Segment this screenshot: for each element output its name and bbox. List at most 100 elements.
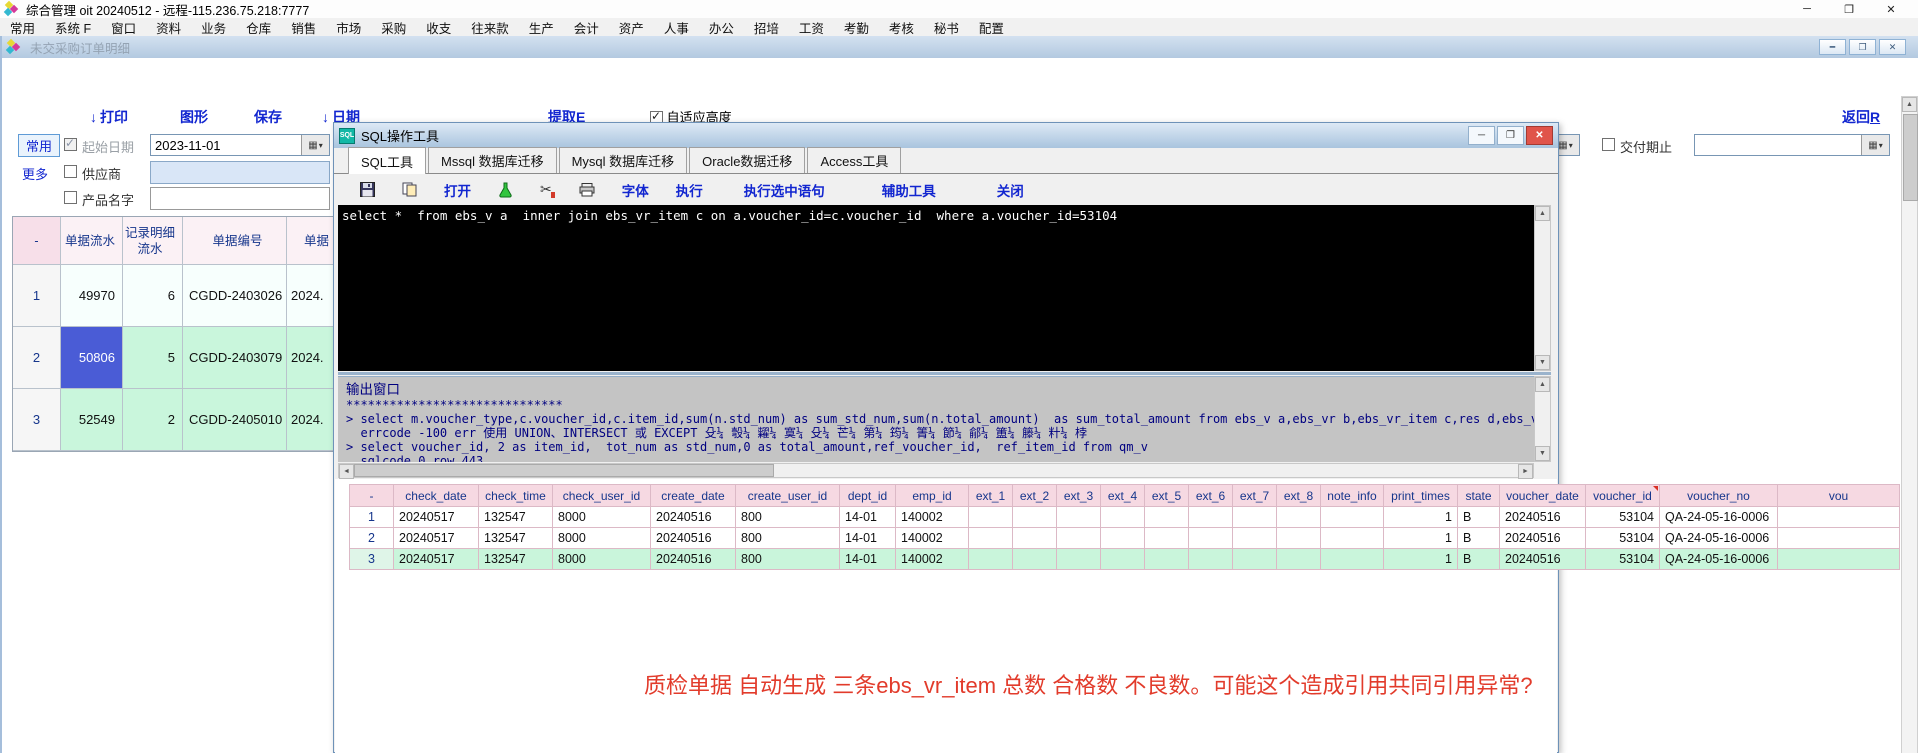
back-button[interactable]: 返回R — [1842, 107, 1880, 127]
side-tab-common[interactable]: 常用 — [18, 134, 60, 157]
left-table-cell[interactable]: 6 — [123, 265, 183, 327]
close-button[interactable]: 关闭 — [997, 180, 1024, 200]
result-table-cell: 1 — [1384, 549, 1458, 570]
left-table-cell[interactable]: 5 — [123, 327, 183, 389]
result-table-row[interactable]: 32024051713254780002024051680014-0114000… — [350, 549, 1900, 570]
menu-item-17[interactable]: 招培 — [744, 18, 789, 37]
run-button[interactable]: 执行 — [676, 180, 703, 200]
left-table-cell[interactable]: CGDD-2403079 — [183, 327, 287, 389]
open-button[interactable]: 打开 — [444, 180, 471, 200]
menu-item-12[interactable]: 生产 — [519, 18, 564, 37]
left-table-cell[interactable]: CGDD-2405010 — [183, 389, 287, 451]
menu-item-2[interactable]: 系统 F — [45, 18, 101, 37]
left-table-row[interactable]: 2508065CGDD-24030792024. — [13, 327, 343, 389]
left-table-cell[interactable]: 3 — [13, 389, 61, 451]
menu-item-8[interactable]: 市场 — [326, 18, 371, 37]
dialog-tab-5[interactable]: Access工具 — [807, 147, 901, 173]
dialog-tab-1[interactable]: SQL工具 — [348, 147, 426, 174]
child-close-button[interactable]: ✕ — [1879, 39, 1906, 55]
supplier-input[interactable] — [150, 161, 330, 184]
menu-item-15[interactable]: 人事 — [654, 18, 699, 37]
left-table-cell[interactable]: 52549 — [61, 389, 123, 451]
left-table-cell[interactable]: 49970 — [61, 265, 123, 327]
start-date-checkbox[interactable] — [64, 138, 77, 151]
calendar-icon[interactable]: ▦▾ — [301, 135, 329, 155]
menu-item-19[interactable]: 考勤 — [834, 18, 879, 37]
menu-item-5[interactable]: 业务 — [191, 18, 236, 37]
menu-item-14[interactable]: 资产 — [609, 18, 654, 37]
sql-dialog-titlebar[interactable]: SQL SQL操作工具 ─ ❐ ✕ — [334, 123, 1558, 148]
calendar-icon[interactable]: ▦▾ — [1861, 135, 1889, 155]
deliver-to-input[interactable]: ▦▾ — [1694, 134, 1890, 156]
menu-item-9[interactable]: 采购 — [371, 18, 416, 37]
copy-icon[interactable] — [402, 182, 417, 197]
dialog-close-button[interactable]: ✕ — [1526, 126, 1553, 145]
left-table-row[interactable]: 3525492CGDD-24050102024. — [13, 389, 343, 451]
child-minimize-button[interactable]: ━ — [1819, 39, 1846, 55]
output-horizontal-scrollbar[interactable]: ◄ ► — [338, 463, 1534, 478]
dialog-tab-2[interactable]: Mssql 数据库迁移 — [428, 147, 557, 173]
window-maximize-button[interactable]: ❐ — [1828, 3, 1870, 16]
menu-item-10[interactable]: 收支 — [416, 18, 461, 37]
result-table-row[interactable]: 12024051713254780002024051680014-0114000… — [350, 507, 1900, 528]
splitter[interactable] — [338, 372, 1551, 375]
left-table-cell[interactable]: 1 — [13, 265, 61, 327]
output-vertical-scrollbar[interactable]: ▲ ▼ — [1534, 376, 1551, 462]
scroll-down-icon[interactable]: ▼ — [1535, 355, 1550, 370]
menu-item-6[interactable]: 仓库 — [236, 18, 281, 37]
child-restore-button[interactable]: ❐ — [1849, 39, 1876, 55]
scroll-up-icon[interactable]: ▲ — [1535, 206, 1550, 221]
save-icon[interactable] — [360, 182, 375, 197]
left-table-header: 单据流水 — [61, 217, 123, 265]
scroll-left-icon[interactable]: ◄ — [339, 464, 354, 479]
flask-icon[interactable] — [498, 182, 513, 198]
child-vertical-scrollbar[interactable]: ▲ ▼ — [1901, 96, 1918, 753]
result-table-row[interactable]: 22024051713254780002024051680014-0114000… — [350, 528, 1900, 549]
dialog-tab-3[interactable]: Mysql 数据库迁移 — [559, 147, 688, 173]
left-table-cell[interactable]: 2 — [123, 389, 183, 451]
print-button[interactable]: ↓打印 — [90, 107, 128, 127]
menu-item-20[interactable]: 考核 — [879, 18, 924, 37]
dialog-tab-4[interactable]: Oracle数据迁移 — [689, 147, 805, 173]
menu-item-7[interactable]: 销售 — [281, 18, 326, 37]
supplier-checkbox[interactable] — [64, 165, 77, 178]
save-button[interactable]: 保存 — [254, 107, 282, 127]
font-button[interactable]: 字体 — [622, 180, 649, 200]
left-table-row[interactable]: 1499706CGDD-24030262024. — [13, 265, 343, 327]
left-table-cell[interactable]: 50806 — [61, 327, 123, 389]
side-tab-more[interactable]: 更多 — [22, 164, 48, 183]
menu-item-11[interactable]: 往来款 — [461, 18, 519, 37]
menu-item-3[interactable]: 窗口 — [101, 18, 146, 37]
deliver-to-checkbox[interactable] — [1602, 138, 1615, 151]
menu-item-16[interactable]: 办公 — [699, 18, 744, 37]
sql-editor[interactable]: select * from ebs_v a inner join ebs_vr_… — [338, 205, 1534, 371]
scroll-up-icon[interactable]: ▲ — [1535, 377, 1550, 392]
helper-tools-button[interactable]: 辅助工具 — [882, 180, 936, 200]
graph-button[interactable]: 图形 — [180, 107, 208, 127]
left-table-cell[interactable]: 2 — [13, 327, 61, 389]
printer-icon[interactable] — [579, 183, 595, 197]
scroll-down-icon[interactable]: ▼ — [1535, 446, 1550, 461]
menu-item-22[interactable]: 配置 — [969, 18, 1014, 37]
dialog-minimize-button[interactable]: ─ — [1468, 126, 1495, 145]
menu-item-21[interactable]: 秘书 — [924, 18, 969, 37]
menu-item-4[interactable]: 资料 — [146, 18, 191, 37]
editor-vertical-scrollbar[interactable]: ▲ ▼ — [1534, 205, 1551, 371]
cut-icon[interactable]: ✂ — [540, 181, 552, 198]
dialog-maximize-button[interactable]: ❐ — [1497, 126, 1524, 145]
menu-item-1[interactable]: 常用 — [0, 18, 45, 37]
menu-item-13[interactable]: 会计 — [564, 18, 609, 37]
start-date-input[interactable]: 2023-11-01 ▦▾ — [150, 134, 330, 156]
menu-item-18[interactable]: 工资 — [789, 18, 834, 37]
scrollbar-thumb[interactable] — [354, 464, 774, 477]
result-table-cell: 20240516 — [1500, 507, 1586, 528]
product-checkbox[interactable] — [64, 191, 77, 204]
run-selected-button[interactable]: 执行选中语句 — [744, 180, 825, 200]
window-close-button[interactable]: ✕ — [1870, 3, 1912, 16]
window-minimize-button[interactable]: ─ — [1786, 3, 1828, 15]
product-input[interactable] — [150, 187, 330, 210]
scroll-right-icon[interactable]: ► — [1518, 464, 1533, 479]
scroll-up-icon[interactable]: ▲ — [1902, 97, 1917, 112]
left-table-cell[interactable]: CGDD-2403026 — [183, 265, 287, 327]
scrollbar-thumb[interactable] — [1903, 114, 1918, 201]
